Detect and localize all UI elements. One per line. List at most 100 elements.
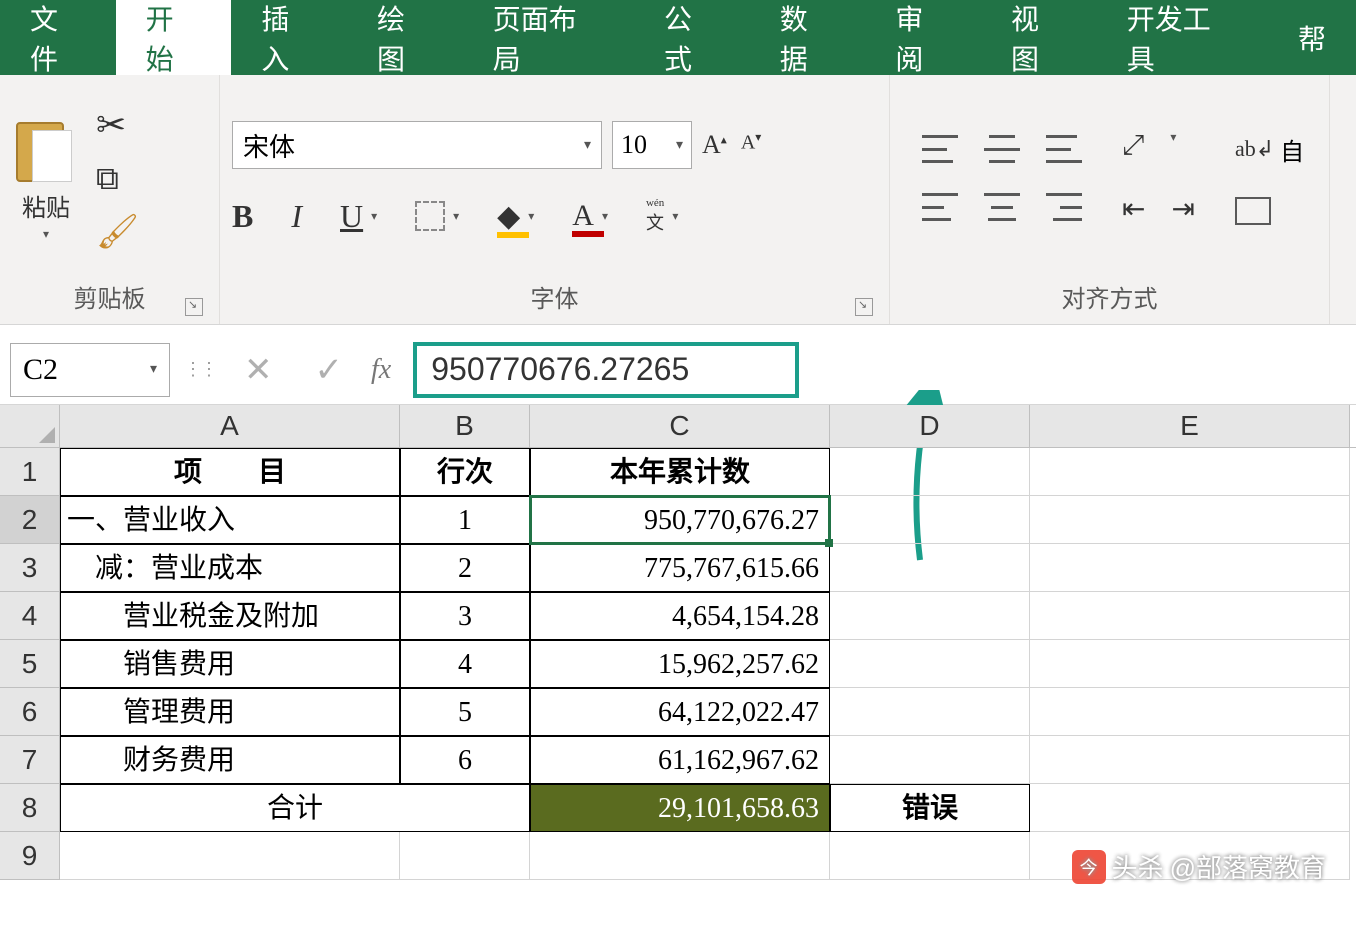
border-button[interactable] xyxy=(415,201,445,231)
cell[interactable] xyxy=(830,496,1030,544)
wrap-text-icon[interactable]: ab↲ xyxy=(1235,136,1274,162)
column-header[interactable]: B xyxy=(400,405,530,447)
cell[interactable] xyxy=(830,832,1030,880)
dialog-launcher-icon[interactable] xyxy=(855,298,873,316)
cell[interactable] xyxy=(1030,592,1350,640)
ribbon-tab-10[interactable]: 帮 xyxy=(1268,0,1356,75)
ribbon-tab-5[interactable]: 公式 xyxy=(634,0,750,75)
font-color-button[interactable]: A xyxy=(572,199,594,233)
row-header[interactable]: 1 xyxy=(0,448,60,496)
cell[interactable] xyxy=(830,688,1030,736)
cell[interactable]: 775,767,615.66 xyxy=(530,544,830,592)
cell[interactable]: 950,770,676.27 xyxy=(530,496,830,544)
cell[interactable]: 营业税金及附加 xyxy=(60,592,400,640)
ribbon-tab-0[interactable]: 文件 xyxy=(0,0,116,75)
ribbon-tab-4[interactable]: 页面布局 xyxy=(463,0,634,75)
font-size-select[interactable]: 10▾ xyxy=(612,121,692,169)
resizer-icon[interactable]: ⋮⋮ xyxy=(184,359,216,380)
grow-font-icon[interactable]: A▴ xyxy=(702,130,727,160)
orientation-icon[interactable]: ⤢ xyxy=(1122,130,1144,162)
indent-increase-icon[interactable]: ⇥ xyxy=(1171,192,1194,226)
cell[interactable] xyxy=(1030,544,1350,592)
fx-icon[interactable]: fx xyxy=(371,354,399,386)
cell[interactable]: 61,162,967.62 xyxy=(530,736,830,784)
ribbon-tab-7[interactable]: 审阅 xyxy=(865,0,981,75)
row-header[interactable]: 2 xyxy=(0,496,60,544)
cell[interactable]: 3 xyxy=(400,592,530,640)
merge-icon[interactable] xyxy=(1235,197,1271,225)
cell[interactable]: 财务费用 xyxy=(60,736,400,784)
formula-input[interactable] xyxy=(431,351,781,388)
cell[interactable] xyxy=(830,736,1030,784)
italic-button[interactable]: I xyxy=(291,198,302,235)
row-header[interactable]: 7 xyxy=(0,736,60,784)
align-middle-icon[interactable] xyxy=(984,135,1020,163)
column-header[interactable]: A xyxy=(60,405,400,447)
phonetic-button[interactable]: wén 文 xyxy=(646,197,664,235)
enter-icon[interactable]: ✓ xyxy=(301,350,358,390)
cell[interactable]: 2 xyxy=(400,544,530,592)
align-bottom-icon[interactable] xyxy=(1046,135,1082,163)
cell[interactable]: 错误 xyxy=(830,784,1030,832)
bold-button[interactable]: B xyxy=(232,198,253,235)
cell[interactable] xyxy=(830,448,1030,496)
cell[interactable]: 管理费用 xyxy=(60,688,400,736)
cut-icon[interactable]: ✂ xyxy=(96,104,139,146)
cell[interactable]: 6 xyxy=(400,736,530,784)
row-header[interactable]: 5 xyxy=(0,640,60,688)
ribbon-tab-2[interactable]: 插入 xyxy=(231,0,347,75)
cell[interactable]: 行次 xyxy=(400,448,530,496)
column-header[interactable]: D xyxy=(830,405,1030,447)
cell[interactable]: 64,122,022.47 xyxy=(530,688,830,736)
format-painter-icon[interactable]: 🖌 xyxy=(96,212,139,252)
cell[interactable]: 15,962,257.62 xyxy=(530,640,830,688)
cell[interactable] xyxy=(60,832,400,880)
column-header[interactable]: C xyxy=(530,405,830,447)
cell[interactable]: 4,654,154.28 xyxy=(530,592,830,640)
copy-icon[interactable]: ⧉ xyxy=(96,160,139,198)
align-center-icon[interactable] xyxy=(984,193,1020,221)
ribbon-tab-6[interactable]: 数据 xyxy=(750,0,866,75)
font-name-select[interactable]: 宋体▾ xyxy=(232,121,602,169)
ribbon-tab-3[interactable]: 绘图 xyxy=(347,0,463,75)
ribbon-tab-1[interactable]: 开始 xyxy=(116,0,232,75)
cell[interactable] xyxy=(1030,496,1350,544)
cell[interactable] xyxy=(1030,448,1350,496)
paste-button[interactable]: 粘贴 ▾ xyxy=(12,110,80,246)
cell[interactable]: 29,101,658.63 xyxy=(530,784,830,832)
align-top-icon[interactable] xyxy=(922,135,958,163)
cell[interactable]: 一、营业收入 xyxy=(60,496,400,544)
cell[interactable] xyxy=(1030,688,1350,736)
cell[interactable] xyxy=(1030,640,1350,688)
cell[interactable]: 合计 xyxy=(60,784,530,832)
cell[interactable]: 减：营业成本 xyxy=(60,544,400,592)
cell[interactable] xyxy=(830,592,1030,640)
cell[interactable]: 销售费用 xyxy=(60,640,400,688)
cell[interactable]: 5 xyxy=(400,688,530,736)
cell[interactable] xyxy=(1030,784,1350,832)
cell[interactable] xyxy=(1030,736,1350,784)
row-header[interactable]: 8 xyxy=(0,784,60,832)
select-all-button[interactable] xyxy=(0,405,60,447)
name-box[interactable]: C2▾ xyxy=(10,343,170,397)
cell[interactable] xyxy=(830,640,1030,688)
row-header[interactable]: 6 xyxy=(0,688,60,736)
align-right-icon[interactable] xyxy=(1046,193,1082,221)
row-header[interactable]: 3 xyxy=(0,544,60,592)
ribbon-tab-9[interactable]: 开发工具 xyxy=(1097,0,1268,75)
ribbon-tab-8[interactable]: 视图 xyxy=(981,0,1097,75)
shrink-font-icon[interactable]: A▾ xyxy=(741,130,761,160)
dialog-launcher-icon[interactable] xyxy=(185,298,203,316)
cell[interactable]: 本年累计数 xyxy=(530,448,830,496)
indent-decrease-icon[interactable]: ⇤ xyxy=(1122,192,1145,226)
row-header[interactable]: 4 xyxy=(0,592,60,640)
cell[interactable]: 项 目 xyxy=(60,448,400,496)
align-left-icon[interactable] xyxy=(922,193,958,221)
cell[interactable] xyxy=(830,544,1030,592)
cell[interactable] xyxy=(530,832,830,880)
fill-color-button[interactable]: ◆ xyxy=(497,199,520,234)
row-header[interactable]: 9 xyxy=(0,832,60,880)
cancel-icon[interactable]: ✕ xyxy=(230,350,287,390)
column-header[interactable]: E xyxy=(1030,405,1350,447)
underline-button[interactable]: U xyxy=(340,198,363,235)
